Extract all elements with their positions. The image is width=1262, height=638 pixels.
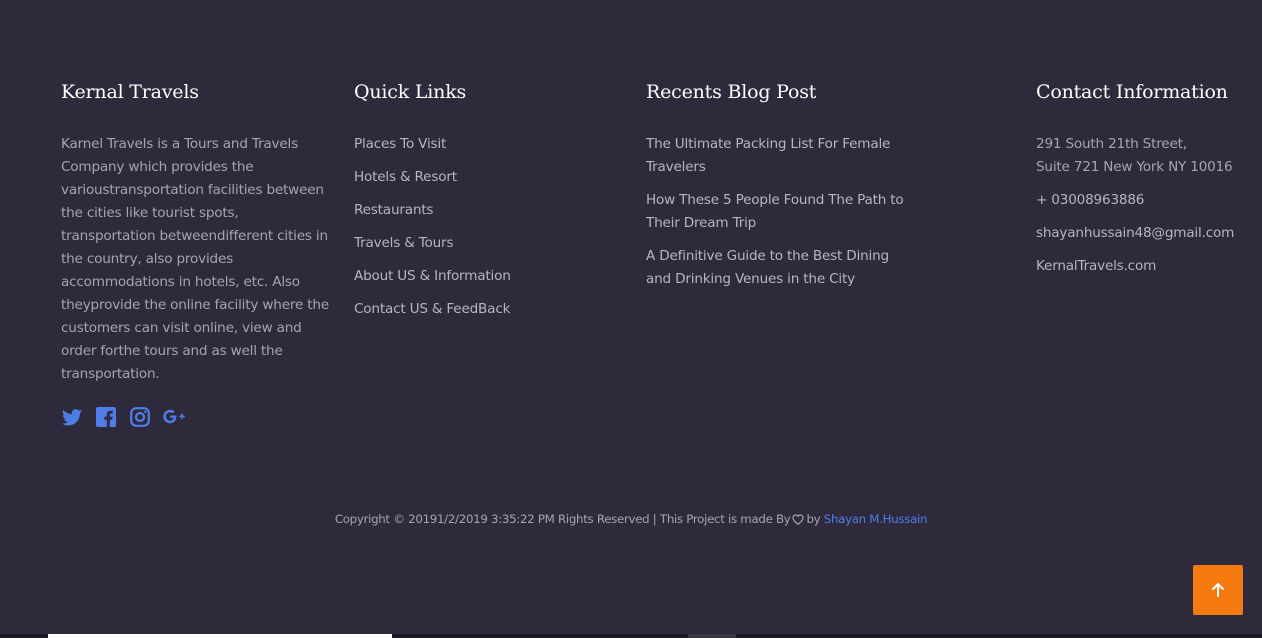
bottom-scroll-strip (0, 634, 1262, 638)
heart-icon (792, 514, 805, 525)
contact-column: Contact Information 291 South 21th Stree… (1036, 78, 1262, 274)
google-plus-icon[interactable] (163, 406, 185, 428)
quick-links-list: Places To Visit Hotels & Resort Restaura… (354, 133, 511, 331)
blog-column: Recents Blog Post The Ultimate Packing L… (646, 78, 916, 287)
strip-segment (48, 634, 392, 638)
contact-address: 291 South 21th Street, Suite 721 New Yor… (1036, 133, 1233, 179)
quick-links-title: Quick Links (354, 81, 467, 103)
contact-email[interactable]: shayanhussain48@gmail.com (1036, 222, 1234, 245)
quick-link-contact[interactable]: Contact US & FeedBack (354, 298, 511, 321)
author-link[interactable]: Shayan M.Hussain (824, 512, 928, 526)
address-line-2: Suite 721 New York NY 10016 (1036, 159, 1233, 175)
instagram-icon[interactable] (129, 406, 151, 428)
quick-link-restaurants[interactable]: Restaurants (354, 199, 511, 222)
arrow-up-icon (1212, 583, 1224, 597)
site-footer: Kernal Travels Karnel Travels is a Tours… (0, 0, 1262, 638)
copyright-by: by (806, 512, 821, 526)
about-column: Kernal Travels Karnel Travels is a Tours… (61, 78, 329, 427)
quick-link-travels[interactable]: Travels & Tours (354, 232, 511, 255)
about-title: Kernal Travels (61, 81, 199, 103)
about-description: Karnel Travels is a Tours and Travels Co… (61, 136, 329, 382)
facebook-icon[interactable] (95, 406, 117, 428)
blog-post-link[interactable]: The Ultimate Packing List For Female Tra… (646, 133, 908, 179)
blog-post-link[interactable]: A Definitive Guide to the Best Dining an… (646, 245, 908, 291)
copyright-line: Copyright © 20191/2/2019 3:35:22 PM Righ… (0, 509, 1262, 529)
blog-list: The Ultimate Packing List For Female Tra… (646, 133, 908, 301)
quick-link-hotels[interactable]: Hotels & Resort (354, 166, 511, 189)
strip-segment (688, 634, 736, 638)
contact-website[interactable]: KernalTravels.com (1036, 255, 1156, 278)
copyright-text: Copyright © 20191/2/2019 3:35:22 PM Righ… (334, 512, 791, 526)
blog-title: Recents Blog Post (646, 81, 817, 103)
quick-link-places[interactable]: Places To Visit (354, 133, 511, 156)
back-to-top-button[interactable] (1193, 565, 1243, 615)
blog-post-link[interactable]: How These 5 People Found The Path to The… (646, 189, 908, 235)
quick-link-about[interactable]: About US & Information (354, 265, 511, 288)
address-line-1: 291 South 21th Street, (1036, 136, 1187, 152)
contact-phone[interactable]: + 03008963886 (1036, 189, 1144, 212)
contact-title: Contact Information (1036, 81, 1228, 103)
quick-links-column: Quick Links Places To Visit Hotels & Res… (354, 78, 614, 317)
twitter-icon[interactable] (61, 406, 83, 428)
social-links (61, 406, 185, 428)
